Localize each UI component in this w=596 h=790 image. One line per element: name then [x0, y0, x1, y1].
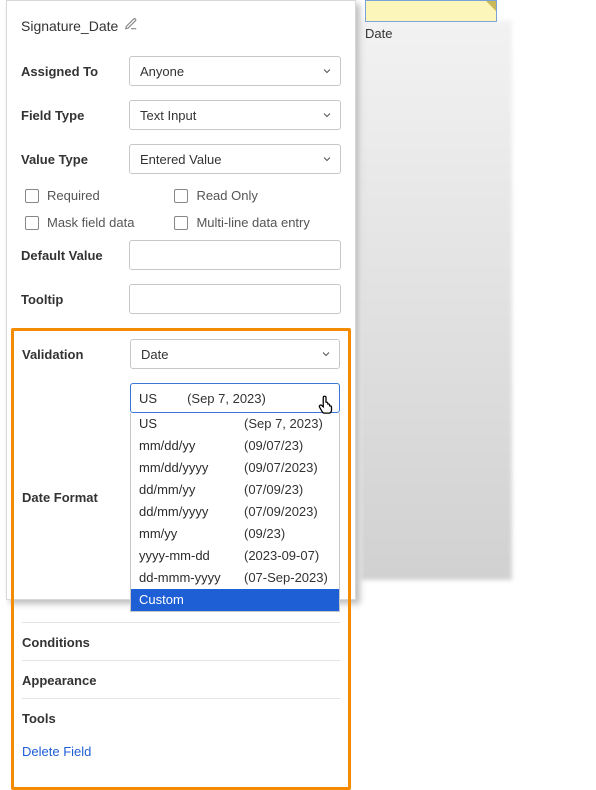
appearance-section[interactable]: Appearance [22, 661, 340, 688]
date-format-option-fmt: mm/dd/yyyy [139, 459, 244, 477]
assigned-to-value: Anyone [140, 64, 184, 79]
date-format-option[interactable]: dd/mm/yy(07/09/23) [131, 479, 339, 501]
date-format-option-fmt: yyyy-mm-dd [139, 547, 244, 565]
multiline-checkbox[interactable]: Multi-line data entry [174, 215, 309, 230]
date-format-option-fmt: Custom [139, 591, 244, 609]
checkbox-group: Required Mask field data Read Only Multi… [25, 188, 341, 230]
date-format-option[interactable]: Custom [131, 589, 339, 611]
readonly-checkbox[interactable]: Read Only [174, 188, 309, 203]
date-format-option[interactable]: dd/mm/yyyy(07/09/2023) [131, 501, 339, 523]
field-name-text: Signature_Date [21, 18, 118, 34]
date-format-selected-ex: (Sep 7, 2023) [187, 391, 266, 406]
date-format-option-fmt: dd/mm/yy [139, 481, 244, 499]
date-format-select[interactable]: US (Sep 7, 2023) [130, 383, 340, 413]
mask-field-label: Mask field data [47, 215, 134, 230]
delete-field-link[interactable]: Delete Field [22, 744, 91, 759]
field-type-label: Field Type [21, 108, 129, 123]
date-format-row: Date Format US (Sep 7, 2023) US(Sep 7, 2… [22, 383, 340, 612]
value-type-value: Entered Value [140, 152, 221, 167]
field-type-row: Field Type Text Input [21, 100, 341, 130]
date-format-option-example: (07-Sep-2023) [244, 569, 328, 587]
date-format-option-fmt: mm/dd/yy [139, 437, 244, 455]
value-type-row: Value Type Entered Value [21, 144, 341, 174]
validation-highlight-box: Validation Date Date Format US (Sep 7, 2… [11, 328, 351, 790]
edit-name-icon[interactable] [124, 17, 138, 34]
field-properties-panel: Signature_Date Assigned To Anyone Field … [6, 0, 356, 600]
date-format-option-fmt: US [139, 415, 244, 433]
required-label: Required [47, 188, 100, 203]
date-format-label: Date Format [22, 490, 130, 505]
date-format-option-example: (09/07/23) [244, 437, 303, 455]
default-value-input[interactable] [129, 240, 341, 270]
required-checkbox[interactable]: Required [25, 188, 134, 203]
date-format-option-fmt: dd-mmm-yyyy [139, 569, 244, 587]
date-format-option-fmt: dd/mm/yyyy [139, 503, 244, 521]
value-type-label: Value Type [21, 152, 129, 167]
multiline-label: Multi-line data entry [196, 215, 309, 230]
readonly-label: Read Only [196, 188, 257, 203]
tooltip-label: Tooltip [21, 292, 129, 307]
date-format-option-example: (09/07/2023) [244, 459, 318, 477]
date-format-option-example: (2023-09-07) [244, 547, 319, 565]
date-format-option[interactable]: yyyy-mm-dd(2023-09-07) [131, 545, 339, 567]
date-format-option-example: (07/09/2023) [244, 503, 318, 521]
tools-section[interactable]: Tools [22, 699, 340, 726]
assigned-to-label: Assigned To [21, 64, 129, 79]
assigned-to-row: Assigned To Anyone [21, 56, 341, 86]
date-format-option[interactable]: mm/yy(09/23) [131, 523, 339, 545]
validation-value: Date [141, 347, 168, 362]
validation-select[interactable]: Date [130, 339, 340, 369]
field-preview: Date [365, 0, 500, 41]
mask-field-checkbox[interactable]: Mask field data [25, 215, 134, 230]
date-format-option[interactable]: mm/dd/yyyy(09/07/2023) [131, 457, 339, 479]
date-format-option[interactable]: mm/dd/yy(09/07/23) [131, 435, 339, 457]
assigned-to-select[interactable]: Anyone [129, 56, 341, 86]
field-type-select[interactable]: Text Input [129, 100, 341, 130]
value-type-select[interactable]: Entered Value [129, 144, 341, 174]
date-format-dropdown[interactable]: US(Sep 7, 2023)mm/dd/yy(09/07/23)mm/dd/y… [130, 413, 340, 612]
tooltip-input[interactable] [129, 284, 341, 314]
tooltip-row: Tooltip [21, 284, 341, 314]
date-format-option-example: (09/23) [244, 525, 285, 543]
date-format-option-example: (Sep 7, 2023) [244, 415, 323, 433]
preview-label: Date [365, 26, 500, 41]
date-format-option[interactable]: US(Sep 7, 2023) [131, 413, 339, 435]
default-value-label: Default Value [21, 248, 129, 263]
conditions-section[interactable]: Conditions [22, 623, 340, 650]
validation-label: Validation [22, 347, 130, 362]
preview-swatch[interactable] [365, 0, 497, 22]
date-format-selected-fmt: US [139, 391, 157, 406]
field-type-value: Text Input [140, 108, 196, 123]
validation-row: Validation Date [22, 339, 340, 369]
default-value-row: Default Value [21, 240, 341, 270]
date-format-option-fmt: mm/yy [139, 525, 244, 543]
date-format-option[interactable]: dd-mmm-yyyy(07-Sep-2023) [131, 567, 339, 589]
field-name-row: Signature_Date [21, 17, 341, 34]
date-format-option-example: (07/09/23) [244, 481, 303, 499]
